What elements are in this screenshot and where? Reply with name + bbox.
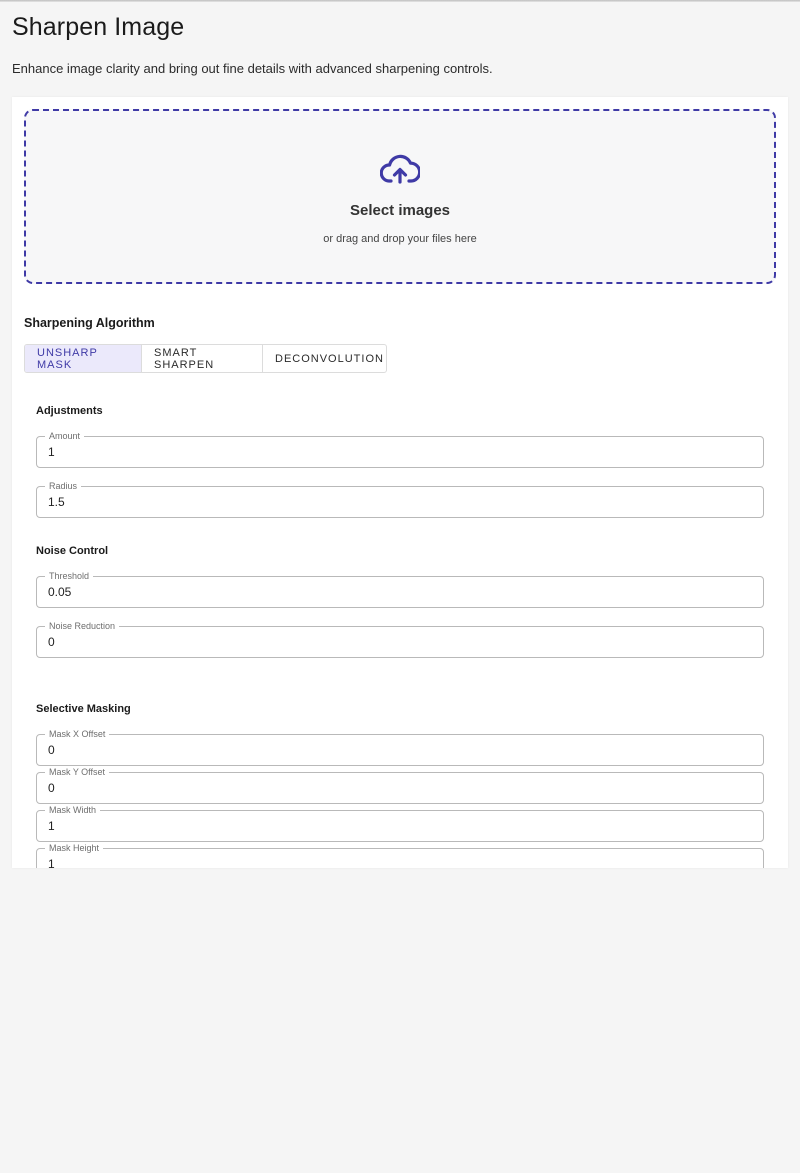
amount-input[interactable] bbox=[48, 445, 748, 459]
cloud-upload-icon bbox=[380, 154, 420, 184]
amount-field-label: Amount bbox=[45, 430, 85, 442]
mask-y-offset-field-label: Mask Y Offset bbox=[45, 766, 110, 778]
mask-width-field-label: Mask Width bbox=[45, 804, 101, 816]
noise-reduction-field: Noise Reduction bbox=[36, 620, 764, 658]
radius-field: Radius bbox=[36, 480, 764, 518]
dropzone-hint: or drag and drop your files here bbox=[323, 233, 477, 245]
algorithm-tabs: UNSHARP MASK SMART SHARPEN DECONVOLUTION bbox=[24, 344, 387, 373]
amount-field: Amount bbox=[36, 430, 764, 468]
mask-height-field-label: Mask Height bbox=[45, 842, 104, 854]
mask-x-offset-field: Mask X Offset bbox=[36, 728, 764, 766]
mask-y-offset-field: Mask Y Offset bbox=[36, 766, 764, 804]
top-edge-divider bbox=[0, 0, 800, 2]
mask-height-input[interactable] bbox=[48, 857, 748, 868]
radius-input[interactable] bbox=[48, 495, 748, 509]
mask-x-offset-input[interactable] bbox=[48, 743, 748, 757]
noise-reduction-input[interactable] bbox=[48, 635, 748, 649]
image-dropzone[interactable]: Select images or drag and drop your file… bbox=[24, 109, 776, 284]
algorithm-section-label: Sharpening Algorithm bbox=[24, 316, 155, 330]
noise-control-label: Noise Control bbox=[36, 545, 109, 557]
page-subtitle: Enhance image clarity and bring out fine… bbox=[12, 61, 493, 76]
tab-smart-sharpen[interactable]: SMART SHARPEN bbox=[142, 345, 263, 372]
mask-width-input[interactable] bbox=[48, 819, 748, 833]
page-title: Sharpen Image bbox=[12, 13, 185, 41]
selective-masking-label: Selective Masking bbox=[36, 703, 131, 715]
settings-card: Select images or drag and drop your file… bbox=[12, 97, 788, 868]
tab-unsharp-mask[interactable]: UNSHARP MASK bbox=[25, 345, 142, 372]
threshold-field: Threshold bbox=[36, 570, 764, 608]
mask-width-field: Mask Width bbox=[36, 804, 764, 842]
tab-deconvolution[interactable]: DECONVOLUTION bbox=[263, 345, 386, 372]
mask-y-offset-input[interactable] bbox=[48, 781, 748, 795]
threshold-field-label: Threshold bbox=[45, 570, 94, 582]
mask-height-field: Mask Height bbox=[36, 842, 764, 868]
dropzone-title: Select images bbox=[349, 202, 451, 219]
noise-reduction-field-label: Noise Reduction bbox=[45, 620, 120, 632]
threshold-input[interactable] bbox=[48, 585, 748, 599]
mask-x-offset-field-label: Mask X Offset bbox=[45, 728, 110, 740]
adjustments-label: Adjustments bbox=[36, 405, 103, 417]
radius-field-label: Radius bbox=[45, 480, 82, 492]
